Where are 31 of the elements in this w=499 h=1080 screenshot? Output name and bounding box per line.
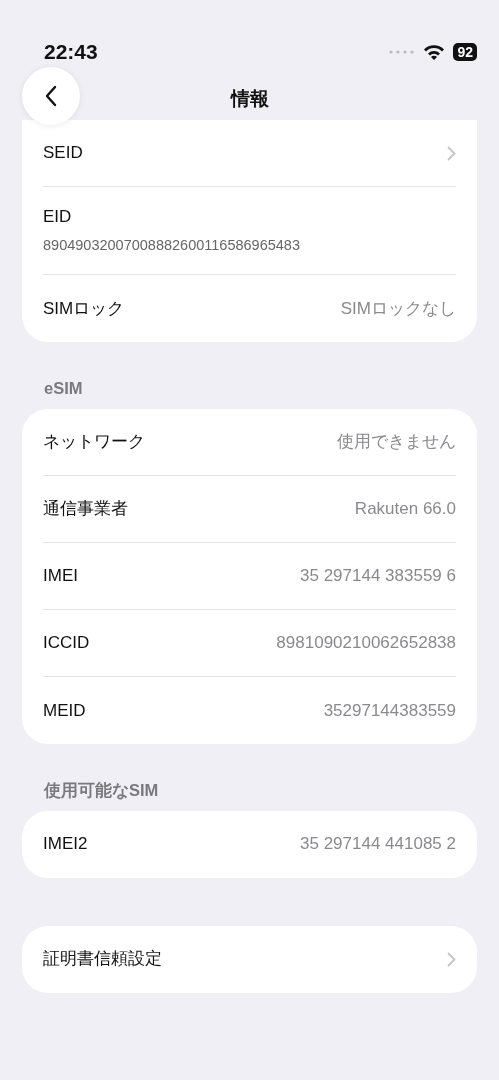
row-value: SIMロックなし	[340, 297, 456, 320]
section-header: eSIM	[44, 378, 84, 399]
row-label: SIMロック	[43, 297, 125, 320]
chevron-right-icon	[447, 951, 456, 967]
row-label: 証明書信頼設定	[43, 948, 162, 971]
row-label: EID	[43, 205, 72, 228]
row-label: ICCID	[43, 632, 90, 654]
row-label: SEID	[43, 142, 83, 165]
row-value: 35 297144 441085 2	[300, 833, 456, 856]
row-value: 89049032007008882600116586965483	[43, 236, 300, 256]
row-value: 35297144383559	[323, 699, 456, 722]
row-value: 35 297144 383559 6	[300, 565, 456, 587]
row-label: IMEI2	[43, 833, 88, 856]
wifi-icon	[423, 44, 446, 60]
chevron-right-icon	[447, 145, 456, 161]
page-title: 情報	[230, 86, 269, 111]
clock-time: 22:43	[44, 39, 98, 66]
row-label: ネットワーク	[43, 431, 145, 453]
settings-row[interactable]: 証明書信頼設定	[43, 925, 456, 993]
section-header: 使用可能なSIM	[44, 779, 160, 802]
signal-dots-icon	[389, 50, 416, 54]
row-label: 通信事業者	[43, 498, 128, 520]
chevron-left-icon	[44, 85, 58, 107]
battery-level: 92	[453, 43, 477, 61]
row-value: 8981090210062652838	[276, 632, 456, 654]
row-label: IMEI	[43, 565, 78, 587]
back-button[interactable]	[22, 67, 80, 125]
settings-row[interactable]: SEID	[43, 120, 456, 187]
row-label: MEID	[43, 699, 86, 722]
row-value: Rakuten 66.0	[354, 498, 456, 520]
row-value: 使用できません	[337, 431, 456, 453]
